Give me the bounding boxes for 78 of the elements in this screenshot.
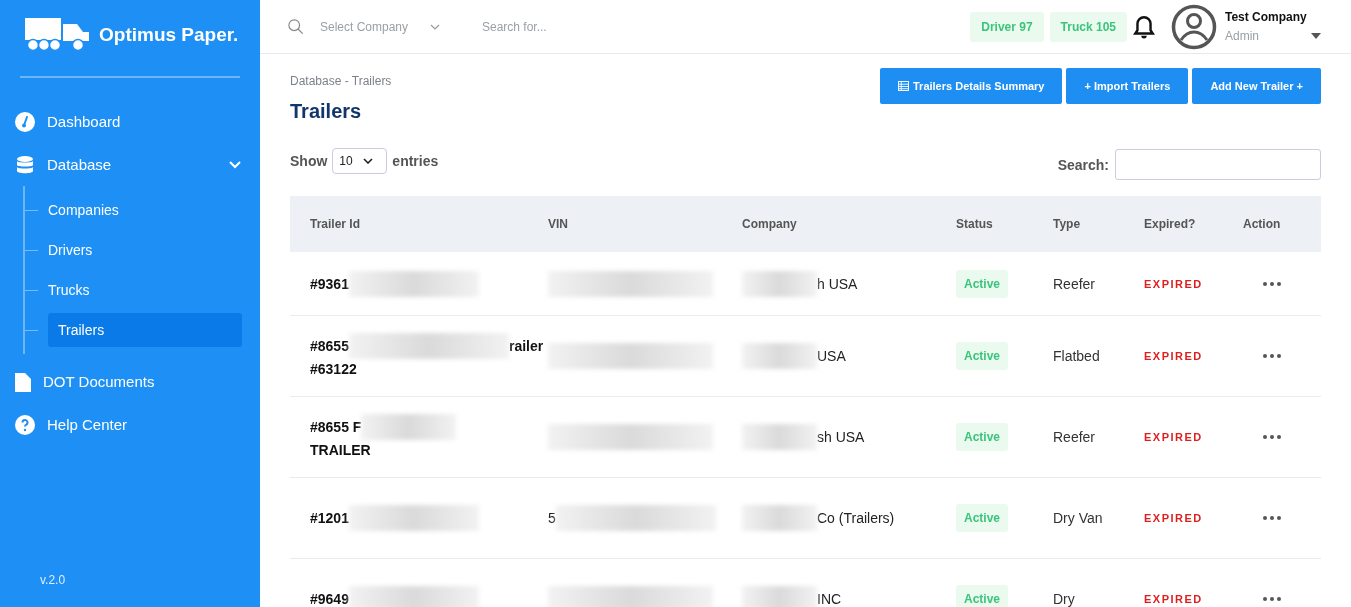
more-icon[interactable] <box>1263 516 1281 520</box>
table-cell-text: TRAILER <box>310 441 371 460</box>
table-cell-text: h USA <box>817 274 858 294</box>
sidebar-subitem[interactable]: Drivers <box>34 233 242 267</box>
expired-label: EXPIRED <box>1144 593 1203 605</box>
document-icon <box>15 371 31 392</box>
expired-label: EXPIRED <box>1144 350 1203 362</box>
search-icon <box>288 18 304 35</box>
user-name: Test Company <box>1225 10 1308 24</box>
entries-select[interactable]: 10 <box>332 147 388 174</box>
table-cell-text: USA <box>817 347 846 366</box>
dashboard-gauge-icon <box>15 111 35 132</box>
status-badge: Active <box>956 585 1009 607</box>
column-header: Type <box>1053 217 1082 231</box>
chevron-down-icon <box>430 23 441 30</box>
table-cell-text: sh USA <box>817 428 865 447</box>
help-icon <box>15 414 35 435</box>
table-icon <box>898 81 909 91</box>
table-cell-text: Flatbed <box>1053 347 1101 366</box>
column-header: Company <box>742 217 798 231</box>
table-cell-text: 5 <box>548 509 556 528</box>
toolbar-button[interactable]: Add New Trailer + <box>1192 68 1321 104</box>
table-cell-text: railer <box>508 337 544 356</box>
table-cell-text: #8655 F <box>310 418 362 437</box>
bell-icon <box>1133 14 1155 39</box>
table-cell-text: #9361 <box>310 274 349 294</box>
expired-label: EXPIRED <box>1144 277 1203 290</box>
sidebar-item[interactable]: DOT Documents <box>0 360 260 403</box>
more-icon[interactable] <box>1263 435 1281 439</box>
version-label: v.2.0 <box>39 573 67 589</box>
status-badge: Active <box>956 342 1009 370</box>
user-role: Admin <box>1225 29 1259 43</box>
table-cell-text: #1201 <box>310 509 349 528</box>
expired-label: EXPIRED <box>1144 431 1203 443</box>
entries-label: entries <box>392 152 439 169</box>
table-cell-text: #63122 <box>310 360 357 379</box>
sidebar-subitem[interactable]: Trucks <box>34 273 242 307</box>
expired-label: EXPIRED <box>1144 512 1203 524</box>
table-cell-text: Co (Trailers) <box>817 509 895 528</box>
sidebar-item[interactable]: Dashboard <box>0 100 260 143</box>
sidebar-item[interactable]: Database <box>0 143 260 186</box>
count-badge: Driver 97 <box>970 11 1044 42</box>
table-cell-text: Reefer <box>1053 274 1097 294</box>
truck-logo-icon <box>25 18 91 52</box>
sidebar-item[interactable]: Help Center <box>0 403 260 446</box>
show-label: Show <box>290 152 328 169</box>
column-header: Trailer Id <box>309 217 362 231</box>
company-select[interactable]: Select Company <box>320 19 460 34</box>
status-badge: Active <box>956 423 1009 451</box>
page-title: Trailers <box>290 100 363 123</box>
column-header: Action <box>1243 217 1282 231</box>
search-field[interactable] <box>1115 149 1321 180</box>
more-icon[interactable] <box>1263 597 1281 601</box>
count-badge: Truck 105 <box>1049 11 1127 42</box>
more-icon[interactable] <box>1263 354 1281 358</box>
status-badge: Active <box>956 269 1009 298</box>
table-cell-text: Dry <box>1053 590 1076 607</box>
sidebar-subitem[interactable]: Companies <box>34 193 242 227</box>
table-cell-text: #9649 <box>310 590 349 607</box>
more-icon[interactable] <box>1263 281 1281 286</box>
search-label: Search: <box>1057 156 1109 173</box>
chevron-down-icon <box>362 157 373 164</box>
avatar-icon <box>1171 3 1217 50</box>
status-badge: Active <box>956 504 1009 532</box>
brand-name: Optimus Paper. <box>99 24 239 46</box>
breadcrumb: Database - Trailers <box>290 74 392 88</box>
toolbar-button[interactable]: Trailers Details Summary <box>880 68 1063 104</box>
column-header: VIN <box>548 217 569 231</box>
toolbar-button[interactable]: + Import Trailers <box>1066 68 1189 104</box>
caret-icon <box>1311 33 1321 39</box>
table-cell-text: Dry Van <box>1053 509 1103 528</box>
column-header: Status <box>956 217 994 231</box>
database-icon <box>15 154 35 175</box>
table-cell-text: #8655 <box>310 337 349 356</box>
sidebar-subitem[interactable]: Trailers <box>48 313 242 347</box>
table-cell-text: INC <box>817 590 842 607</box>
column-header: Expired? <box>1144 217 1197 231</box>
table-cell-text: Reefer <box>1053 428 1097 447</box>
